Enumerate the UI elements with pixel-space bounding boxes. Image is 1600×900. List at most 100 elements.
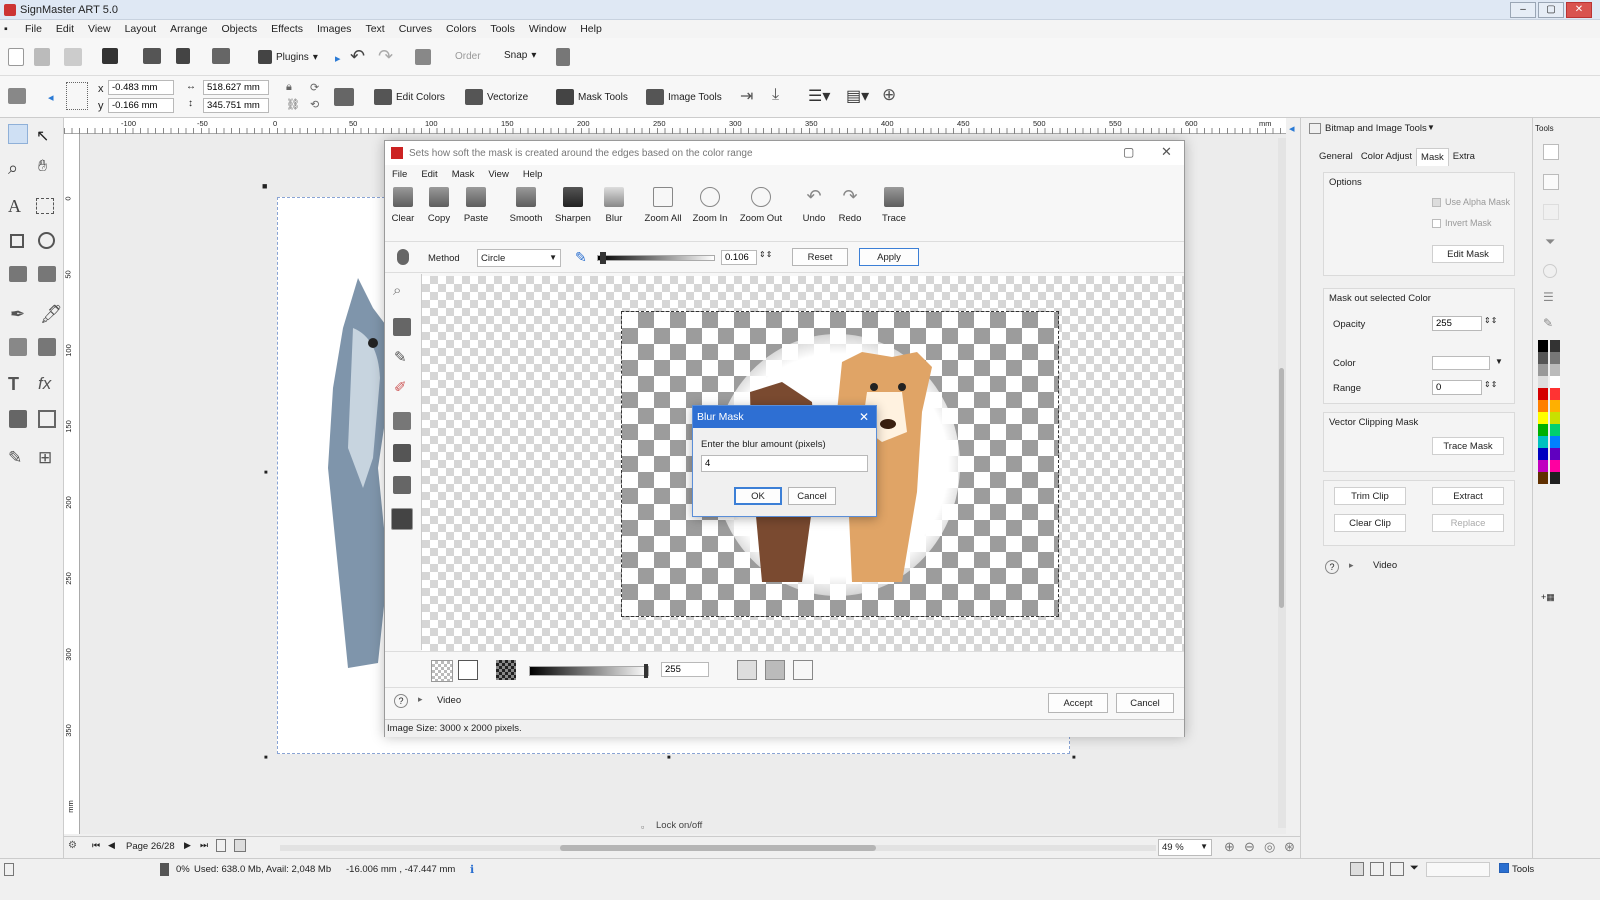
color-swatch[interactable] bbox=[1550, 472, 1560, 484]
cut-icon[interactable] bbox=[176, 48, 190, 64]
select-tool-icon[interactable] bbox=[8, 124, 28, 144]
method-select[interactable]: Circle ▼ bbox=[477, 249, 561, 267]
color-swatch[interactable] bbox=[1538, 412, 1548, 424]
open-icon[interactable] bbox=[34, 48, 50, 66]
chevron-down-icon[interactable]: ▼ bbox=[1495, 357, 1503, 366]
shape-tool-icon[interactable] bbox=[9, 266, 27, 282]
color-swatch[interactable] bbox=[1550, 388, 1560, 400]
menu-curves[interactable]: Curves bbox=[392, 23, 439, 35]
menu-effects[interactable]: Effects bbox=[264, 23, 310, 35]
color-swatch[interactable] bbox=[1550, 460, 1560, 472]
palette-tool-icon[interactable] bbox=[1543, 204, 1559, 220]
zoom-tool-icon[interactable]: ⌕ bbox=[8, 158, 18, 179]
zoom-out-button[interactable]: Zoom Out bbox=[738, 187, 784, 224]
tab-extra[interactable]: Extra bbox=[1449, 148, 1479, 166]
color-swatch[interactable] bbox=[1538, 376, 1548, 388]
dark-bg-icon[interactable] bbox=[496, 660, 516, 680]
zoom-out-icon[interactable]: ⊖ bbox=[1244, 839, 1255, 855]
mask-menu-edit[interactable]: Edit bbox=[414, 169, 444, 180]
node-tool-icon[interactable]: ↖ bbox=[36, 126, 49, 146]
align-icon[interactable]: ☰▾ bbox=[808, 86, 830, 106]
transform-icon[interactable] bbox=[8, 88, 26, 104]
opacity-slider[interactable] bbox=[529, 664, 649, 678]
menu-help[interactable]: Help bbox=[573, 23, 609, 35]
artistic-text-icon[interactable] bbox=[36, 198, 54, 214]
tools-checkbox[interactable] bbox=[1499, 863, 1509, 873]
mask-menu-file[interactable]: File bbox=[385, 169, 414, 180]
spinner-icon[interactable]: ⇕⇕ bbox=[759, 250, 772, 259]
help-icon[interactable]: ? bbox=[1325, 560, 1339, 574]
maximize-button[interactable]: ▢ bbox=[1538, 1, 1564, 18]
pen-icon[interactable] bbox=[556, 48, 570, 66]
video-link[interactable]: Video bbox=[437, 695, 461, 706]
template-icon[interactable] bbox=[64, 48, 82, 66]
camera-icon[interactable] bbox=[334, 88, 354, 106]
video-link[interactable]: Video bbox=[1373, 560, 1397, 571]
status-tool-icon[interactable] bbox=[1390, 862, 1404, 876]
fill-tool-icon[interactable] bbox=[9, 338, 27, 356]
color-picker[interactable] bbox=[1432, 356, 1490, 370]
opacity-input[interactable] bbox=[661, 662, 709, 677]
collapse-left-icon[interactable]: ◂ bbox=[48, 91, 54, 104]
refresh-icon[interactable]: ⟲ bbox=[310, 98, 319, 111]
cancel-button[interactable]: Cancel bbox=[1116, 693, 1174, 713]
status-field[interactable] bbox=[1426, 862, 1490, 877]
color-swatch[interactable] bbox=[1538, 436, 1548, 448]
blur-amount-input[interactable] bbox=[701, 455, 868, 472]
polygon-tool-icon[interactable] bbox=[38, 266, 56, 282]
color-swatch[interactable] bbox=[1550, 424, 1560, 436]
mask-menu-help[interactable]: Help bbox=[516, 169, 550, 180]
selection-handle[interactable]: ■ bbox=[667, 755, 671, 761]
y-input[interactable] bbox=[108, 98, 174, 113]
close-button[interactable]: ✕ bbox=[1566, 1, 1592, 18]
slider-thumb[interactable] bbox=[644, 664, 648, 678]
move-icon[interactable] bbox=[393, 412, 411, 430]
close-icon[interactable]: ✕ bbox=[859, 410, 869, 424]
slider-thumb[interactable] bbox=[600, 252, 606, 264]
selection-handle[interactable]: ■ bbox=[262, 181, 267, 191]
accept-button[interactable]: Accept bbox=[1048, 693, 1108, 713]
bezier-tool-icon[interactable]: 🖋︎ bbox=[40, 304, 63, 325]
circle-icon[interactable] bbox=[1543, 264, 1557, 278]
plugins-button[interactable]: Plugins ▾ bbox=[258, 50, 318, 64]
selection-handle[interactable]: ■ bbox=[1072, 755, 1076, 761]
view-mask-icon[interactable] bbox=[737, 660, 757, 680]
add-page-icon[interactable] bbox=[216, 839, 226, 852]
brush-icon[interactable]: ✎ bbox=[394, 348, 407, 366]
color-swatch[interactable] bbox=[1550, 376, 1560, 388]
prev-page-icon[interactable]: ◀ bbox=[108, 840, 115, 851]
redo-button[interactable]: ↷ Redo bbox=[827, 187, 873, 224]
menu-objects[interactable]: Objects bbox=[214, 23, 264, 35]
minimize-button[interactable]: – bbox=[1510, 1, 1536, 18]
fill-icon[interactable] bbox=[393, 318, 411, 336]
magnifier-icon[interactable]: ⌕ bbox=[393, 282, 401, 299]
view-split-icon[interactable] bbox=[793, 660, 813, 680]
delete-page-icon[interactable] bbox=[234, 839, 246, 852]
zoom-in-button[interactable]: Zoom In bbox=[687, 187, 733, 224]
range-input[interactable] bbox=[1432, 380, 1482, 395]
rotate-icon[interactable]: ⟳ bbox=[310, 81, 319, 94]
menu-window[interactable]: Window bbox=[522, 23, 573, 35]
menu-file[interactable]: File bbox=[18, 23, 49, 35]
color-swatch[interactable] bbox=[1538, 424, 1548, 436]
color-swatch[interactable] bbox=[1538, 472, 1548, 484]
gradient-icon[interactable] bbox=[393, 476, 411, 494]
smooth-button[interactable]: Smooth bbox=[503, 187, 549, 224]
distribute-icon[interactable]: ▤▾ bbox=[846, 86, 869, 106]
print-icon[interactable] bbox=[143, 48, 161, 64]
save-icon[interactable] bbox=[102, 48, 118, 64]
use-alpha-mask-checkbox[interactable] bbox=[1432, 198, 1441, 207]
color-swatch[interactable] bbox=[1550, 340, 1560, 352]
color-swatch[interactable] bbox=[1538, 352, 1548, 364]
color-swatch[interactable] bbox=[1550, 364, 1560, 376]
zoom-page-icon[interactable]: ⊛ bbox=[1284, 839, 1295, 855]
checker-bg-icon[interactable] bbox=[431, 660, 453, 682]
snap-button[interactable]: Snap ▾ bbox=[504, 50, 536, 61]
funnel-icon[interactable]: ⏷ bbox=[1410, 862, 1419, 875]
status-tool-icon[interactable] bbox=[1370, 862, 1384, 876]
close-icon[interactable]: ✕ bbox=[1161, 144, 1172, 160]
color-swatch[interactable] bbox=[1538, 448, 1548, 460]
eyedropper-icon[interactable]: ✎ bbox=[575, 249, 587, 266]
last-page-icon[interactable]: ⏭ bbox=[200, 840, 208, 851]
white-bg-icon[interactable] bbox=[458, 660, 478, 680]
